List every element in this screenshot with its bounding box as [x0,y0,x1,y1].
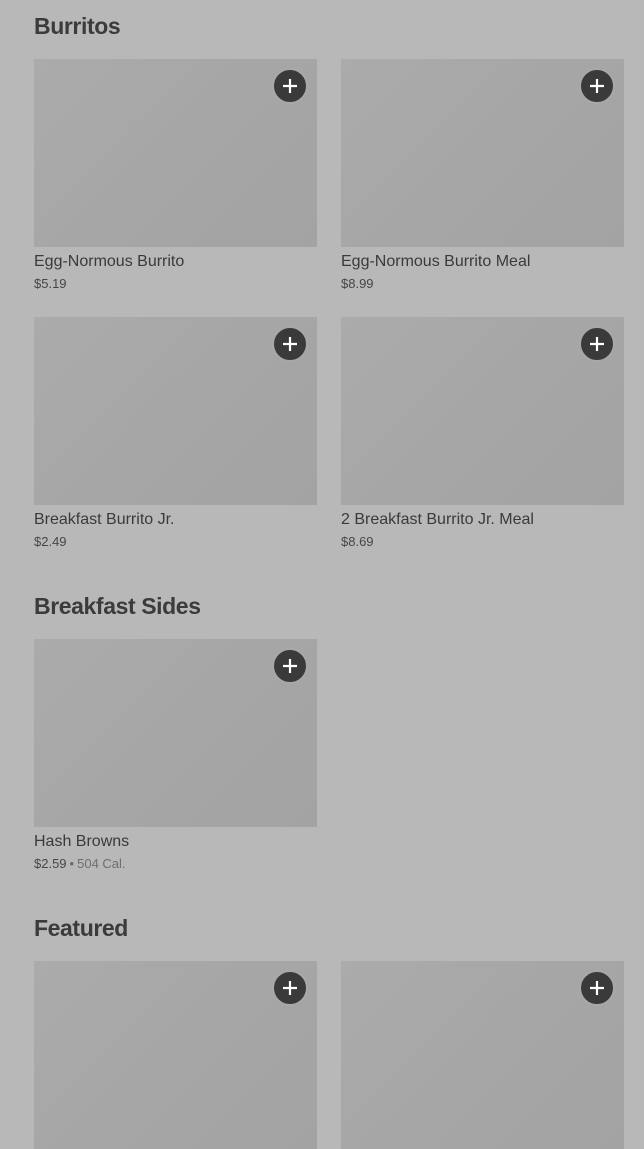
menu-item-card[interactable]: Breakfast Burrito Jr. $2.49 [34,317,317,549]
menu-item-name[interactable]: 2 Breakfast Burrito Jr. Meal [341,511,624,529]
plus-icon [590,337,604,351]
menu-item-meta: $2.49 [34,534,317,549]
add-to-cart-button[interactable] [579,326,615,362]
menu-item-calories: 504 Cal. [77,856,126,871]
plus-icon [283,659,297,673]
menu-item-image[interactable] [34,59,317,247]
menu-item-card[interactable]: Hash Browns $2.59 • 504 Cal. [34,639,317,871]
menu-item-card[interactable]: Egg-Normous Burrito $5.19 [34,59,317,291]
plus-icon [283,981,297,995]
meta-separator: • [69,856,75,871]
menu-item-card[interactable] [341,961,624,1149]
menu-item-name[interactable]: Breakfast Burrito Jr. [34,511,317,529]
menu-item-name[interactable]: Egg-Normous Burrito Meal [341,253,624,271]
plus-icon [590,981,604,995]
menu-item-image[interactable] [34,639,317,827]
menu-item-price: $8.99 [341,276,374,291]
menu-item-name[interactable]: Egg-Normous Burrito [34,253,317,271]
menu-item-name[interactable]: Hash Browns [34,833,317,851]
add-to-cart-button[interactable] [272,648,308,684]
menu-item-image[interactable] [341,59,624,247]
add-to-cart-button[interactable] [272,326,308,362]
add-to-cart-button[interactable] [272,970,308,1006]
menu-item-price: $2.49 [34,534,67,549]
menu-item-card[interactable] [34,961,317,1149]
menu-item-image[interactable] [34,961,317,1149]
add-to-cart-button[interactable] [579,68,615,104]
menu-item-price: $8.69 [341,534,374,549]
section-title-burritos: Burritos [34,13,121,39]
add-to-cart-button[interactable] [272,68,308,104]
menu-item-image[interactable] [341,317,624,505]
menu-item-price: $2.59 [34,856,67,871]
menu-item-price: $5.19 [34,276,67,291]
menu-item-image[interactable] [341,961,624,1149]
menu-item-card[interactable]: 2 Breakfast Burrito Jr. Meal $8.69 [341,317,624,549]
menu-item-card[interactable]: Egg-Normous Burrito Meal $8.99 [341,59,624,291]
menu-item-meta: $2.59 • 504 Cal. [34,856,317,871]
section-title-breakfast-sides: Breakfast Sides [34,593,201,619]
menu-item-image[interactable] [34,317,317,505]
plus-icon [590,79,604,93]
plus-icon [283,337,297,351]
add-to-cart-button[interactable] [579,970,615,1006]
menu-item-meta: $8.99 [341,276,624,291]
menu-item-meta: $8.69 [341,534,624,549]
plus-icon [283,79,297,93]
menu-item-meta: $5.19 [34,276,317,291]
section-title-featured: Featured [34,915,128,941]
